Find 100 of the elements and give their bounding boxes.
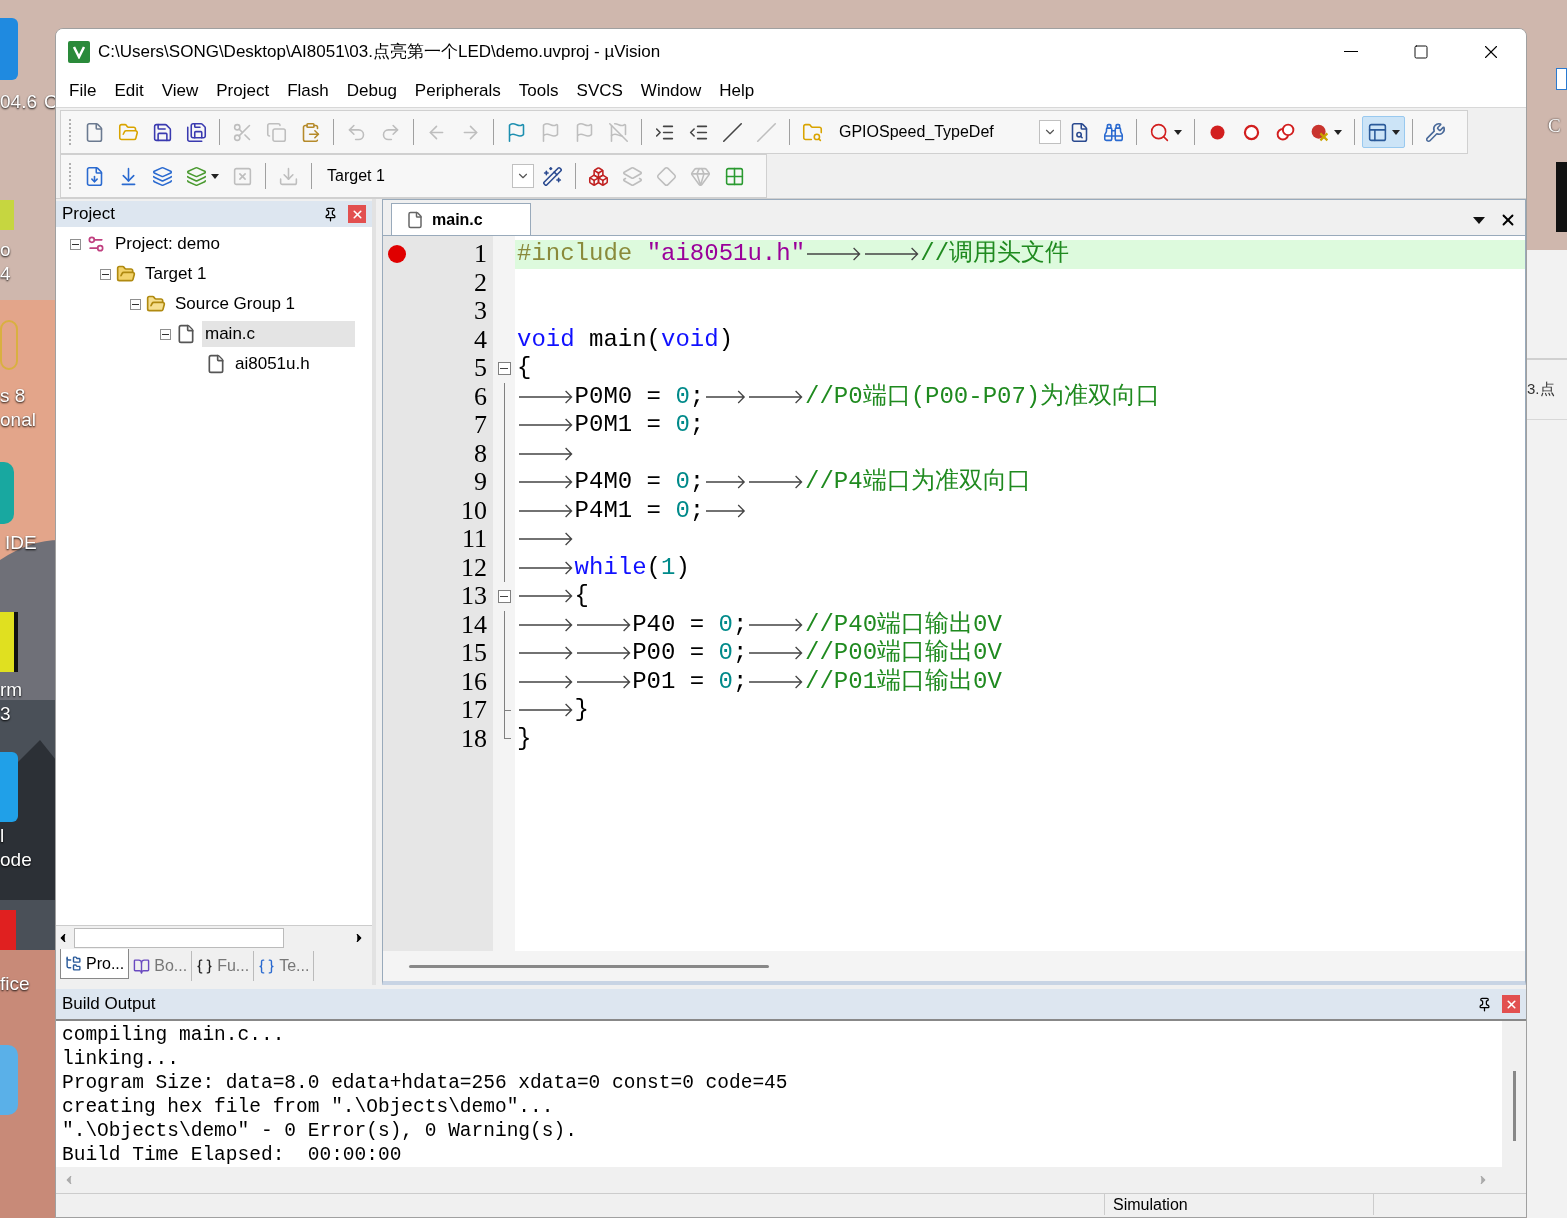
code-plain: ; bbox=[689, 498, 705, 523]
code-plain: main( bbox=[588, 327, 662, 352]
code-plain: ; bbox=[689, 470, 705, 495]
menu-item[interactable]: Tools bbox=[509, 77, 568, 104]
code-plain: ) bbox=[718, 327, 734, 352]
panel-tab[interactable]: Te... bbox=[254, 951, 315, 981]
line-number: 12 bbox=[461, 554, 487, 581]
line-number: 11 bbox=[461, 526, 487, 553]
file-icon bbox=[406, 210, 424, 229]
app-logo-icon bbox=[68, 40, 90, 63]
close-button[interactable] bbox=[1502, 995, 1520, 1013]
code-plain: P4M0 = bbox=[574, 470, 662, 495]
combo-value: Target 1 bbox=[327, 166, 385, 186]
desktop-icon-label: 4 bbox=[0, 264, 11, 283]
folder-icon bbox=[118, 121, 139, 143]
code-plain: { bbox=[574, 584, 589, 609]
wrench-icon bbox=[1425, 121, 1446, 143]
copy-icon bbox=[266, 121, 287, 143]
menu-item[interactable]: Peripherals bbox=[405, 77, 510, 104]
code-comment: //P0端口(P00-P07)为准双向口 bbox=[805, 384, 1161, 409]
panel-tab[interactable]: Bo... bbox=[129, 951, 193, 981]
fold-toggle[interactable] bbox=[497, 361, 511, 375]
code-number: 1 bbox=[661, 555, 676, 580]
code-number: 0 bbox=[675, 470, 690, 495]
line-number: 6 bbox=[474, 383, 487, 410]
flag-icon bbox=[574, 121, 595, 143]
desktop-icon-label: IDE bbox=[5, 533, 37, 552]
output-line: Program Size: data=8.0 edata+hdata=256 xdata=0 const=0 code=45 bbox=[62, 1071, 789, 1095]
file-icon bbox=[176, 324, 196, 344]
project-tree-icon bbox=[65, 955, 82, 972]
folder-icon bbox=[146, 294, 166, 314]
dropdown-button[interactable] bbox=[1039, 120, 1061, 144]
collapse-toggle[interactable] bbox=[69, 238, 81, 250]
desktop-icon-label: s 8 bbox=[0, 386, 26, 405]
braces-icon bbox=[196, 957, 214, 975]
wand-icon bbox=[542, 165, 563, 187]
desktop-icon-label: o bbox=[0, 240, 11, 259]
editor-tab[interactable]: main.c bbox=[391, 203, 531, 235]
pin-icon bbox=[1477, 996, 1492, 1012]
panel-tab[interactable]: Fu... bbox=[192, 951, 255, 981]
panel-title: Build Output bbox=[62, 993, 156, 1016]
line-number: 13 bbox=[461, 583, 487, 610]
menu-item[interactable]: View bbox=[152, 77, 208, 104]
collapse-toggle[interactable] bbox=[99, 268, 111, 280]
boxes-icon bbox=[588, 165, 609, 187]
code-string: "ai8051u.h" bbox=[646, 242, 806, 267]
combo-box[interactable]: GPIOSpeed_TypeDef bbox=[831, 117, 1061, 147]
menu-item[interactable]: Project bbox=[207, 77, 279, 104]
scrollbar-thumb[interactable] bbox=[74, 927, 284, 948]
menu-item[interactable]: Flash bbox=[278, 77, 338, 104]
tree-item[interactable]: Target 1 bbox=[142, 261, 210, 287]
app-icon bbox=[0, 320, 18, 370]
menu-item[interactable]: Edit bbox=[105, 77, 153, 104]
code-keyword: void bbox=[517, 327, 575, 352]
tree-item[interactable]: ai8051u.h bbox=[232, 351, 313, 377]
collapse-toggle[interactable] bbox=[129, 298, 141, 310]
code-keyword: void bbox=[661, 327, 719, 352]
tree-item[interactable]: main.c bbox=[202, 321, 356, 347]
tree-item[interactable]: Project: demo bbox=[112, 231, 223, 257]
code-number: 0 bbox=[675, 384, 690, 409]
project-icon bbox=[86, 234, 106, 254]
file-down-icon bbox=[84, 165, 105, 187]
menu-item[interactable]: File bbox=[60, 77, 106, 104]
flag-off-icon bbox=[608, 121, 629, 143]
close-icon bbox=[350, 207, 364, 221]
window-title: C:\Users\SONG\Desktop\AI8051\03.点亮第一个LED\demo.uvproj - µVision bbox=[98, 40, 661, 63]
slash-icon bbox=[722, 121, 743, 143]
dropdown-button[interactable] bbox=[512, 164, 534, 188]
code-plain: ; bbox=[689, 413, 705, 438]
minimize-icon bbox=[1344, 51, 1358, 52]
scrollbar-thumb[interactable] bbox=[1512, 1071, 1516, 1141]
collapse-toggle[interactable] bbox=[159, 328, 171, 340]
tree-item[interactable]: Source Group 1 bbox=[172, 291, 298, 317]
panel-title: Project bbox=[62, 203, 115, 226]
fold-toggle[interactable] bbox=[497, 589, 511, 603]
search-icon bbox=[1149, 121, 1170, 143]
menu-item[interactable]: Window bbox=[631, 77, 711, 104]
scrollbar-thumb[interactable] bbox=[409, 964, 769, 968]
line-number: 17 bbox=[461, 697, 487, 724]
line-number: 8 bbox=[474, 440, 487, 467]
line-number: 7 bbox=[474, 412, 487, 439]
menu-item[interactable]: Help bbox=[710, 77, 764, 104]
panel-tab[interactable]: Pro... bbox=[60, 949, 130, 979]
flag-icon bbox=[506, 121, 527, 143]
paste-icon bbox=[300, 121, 321, 143]
output-line: linking... bbox=[62, 1047, 181, 1071]
menu-item[interactable]: Debug bbox=[337, 77, 406, 104]
app-icon bbox=[0, 612, 18, 672]
code-plain: P0M0 = bbox=[574, 384, 662, 409]
split-button[interactable] bbox=[1362, 116, 1405, 148]
app-icon bbox=[1556, 68, 1567, 90]
menu-item[interactable]: SVCS bbox=[567, 77, 632, 104]
desktop-icon-label: 04.6 bbox=[0, 92, 37, 111]
code-comment: //调用头文件 bbox=[920, 242, 1070, 267]
close-button[interactable] bbox=[348, 205, 366, 223]
code-plain: ; bbox=[733, 612, 748, 637]
book-icon bbox=[133, 957, 151, 975]
close-icon bbox=[1504, 997, 1518, 1011]
caret-icon bbox=[1392, 129, 1400, 135]
desktop-icon-label: onal bbox=[0, 410, 36, 429]
